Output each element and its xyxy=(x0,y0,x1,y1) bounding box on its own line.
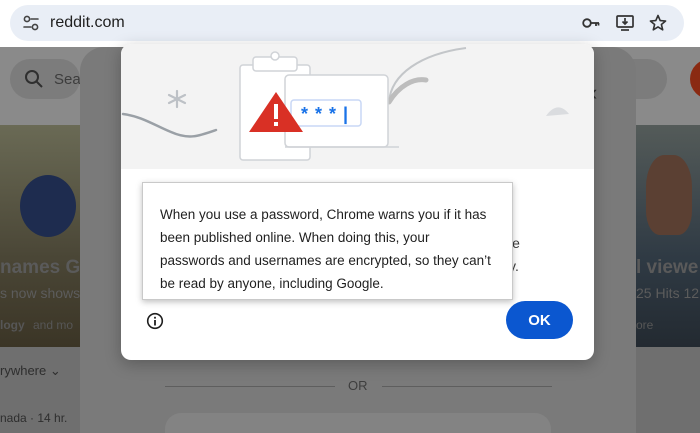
card-tag: ore xyxy=(636,318,654,332)
url-text[interactable]: reddit.com xyxy=(50,14,125,32)
tune-icon[interactable] xyxy=(22,14,40,32)
install-app-icon[interactable] xyxy=(615,13,635,33)
star-icon[interactable] xyxy=(648,13,668,33)
key-icon[interactable] xyxy=(581,13,601,33)
trending-card-right: l viewe 25 Hits 12 ore xyxy=(636,125,700,347)
card-title: names G xyxy=(0,257,81,278)
avatar xyxy=(690,59,700,99)
location-filter: rywhere ⌄ xyxy=(0,363,61,379)
card-tag-extra: and mo xyxy=(33,318,74,332)
address-bar[interactable]: reddit.com xyxy=(10,5,684,41)
svg-text:* * * |: * * * | xyxy=(301,104,349,124)
background-search-bar: Sea xyxy=(10,59,81,99)
card-subtitle: 25 Hits 12 xyxy=(636,285,700,301)
post-meta: nada · 14 hr. xyxy=(0,411,68,425)
ok-button[interactable]: OK xyxy=(506,301,573,339)
or-divider-text: OR xyxy=(348,378,368,393)
card-tag: logy xyxy=(0,318,25,332)
search-placeholder: Sea xyxy=(54,71,81,88)
filter-label: rywhere xyxy=(0,363,47,378)
card-image xyxy=(646,155,692,235)
password-illustration: * * * | xyxy=(121,44,594,169)
card-image xyxy=(20,175,76,237)
info-icon[interactable] xyxy=(146,312,164,330)
card-subtitle: s now shows xyxy=(0,285,81,301)
tooltip-text: When you use a password, Chrome warns yo… xyxy=(160,207,491,291)
browser-toolbar: reddit.com xyxy=(0,0,700,47)
card-title: l viewe xyxy=(636,257,699,278)
divider xyxy=(165,386,335,387)
divider xyxy=(382,386,552,387)
info-tooltip: When you use a password, Chrome warns yo… xyxy=(142,182,513,300)
background-input-field xyxy=(165,413,551,433)
chevron-down-icon: ⌄ xyxy=(49,363,61,378)
trending-card-left: names G s now shows logy and mo xyxy=(0,125,80,347)
search-icon xyxy=(25,70,43,88)
